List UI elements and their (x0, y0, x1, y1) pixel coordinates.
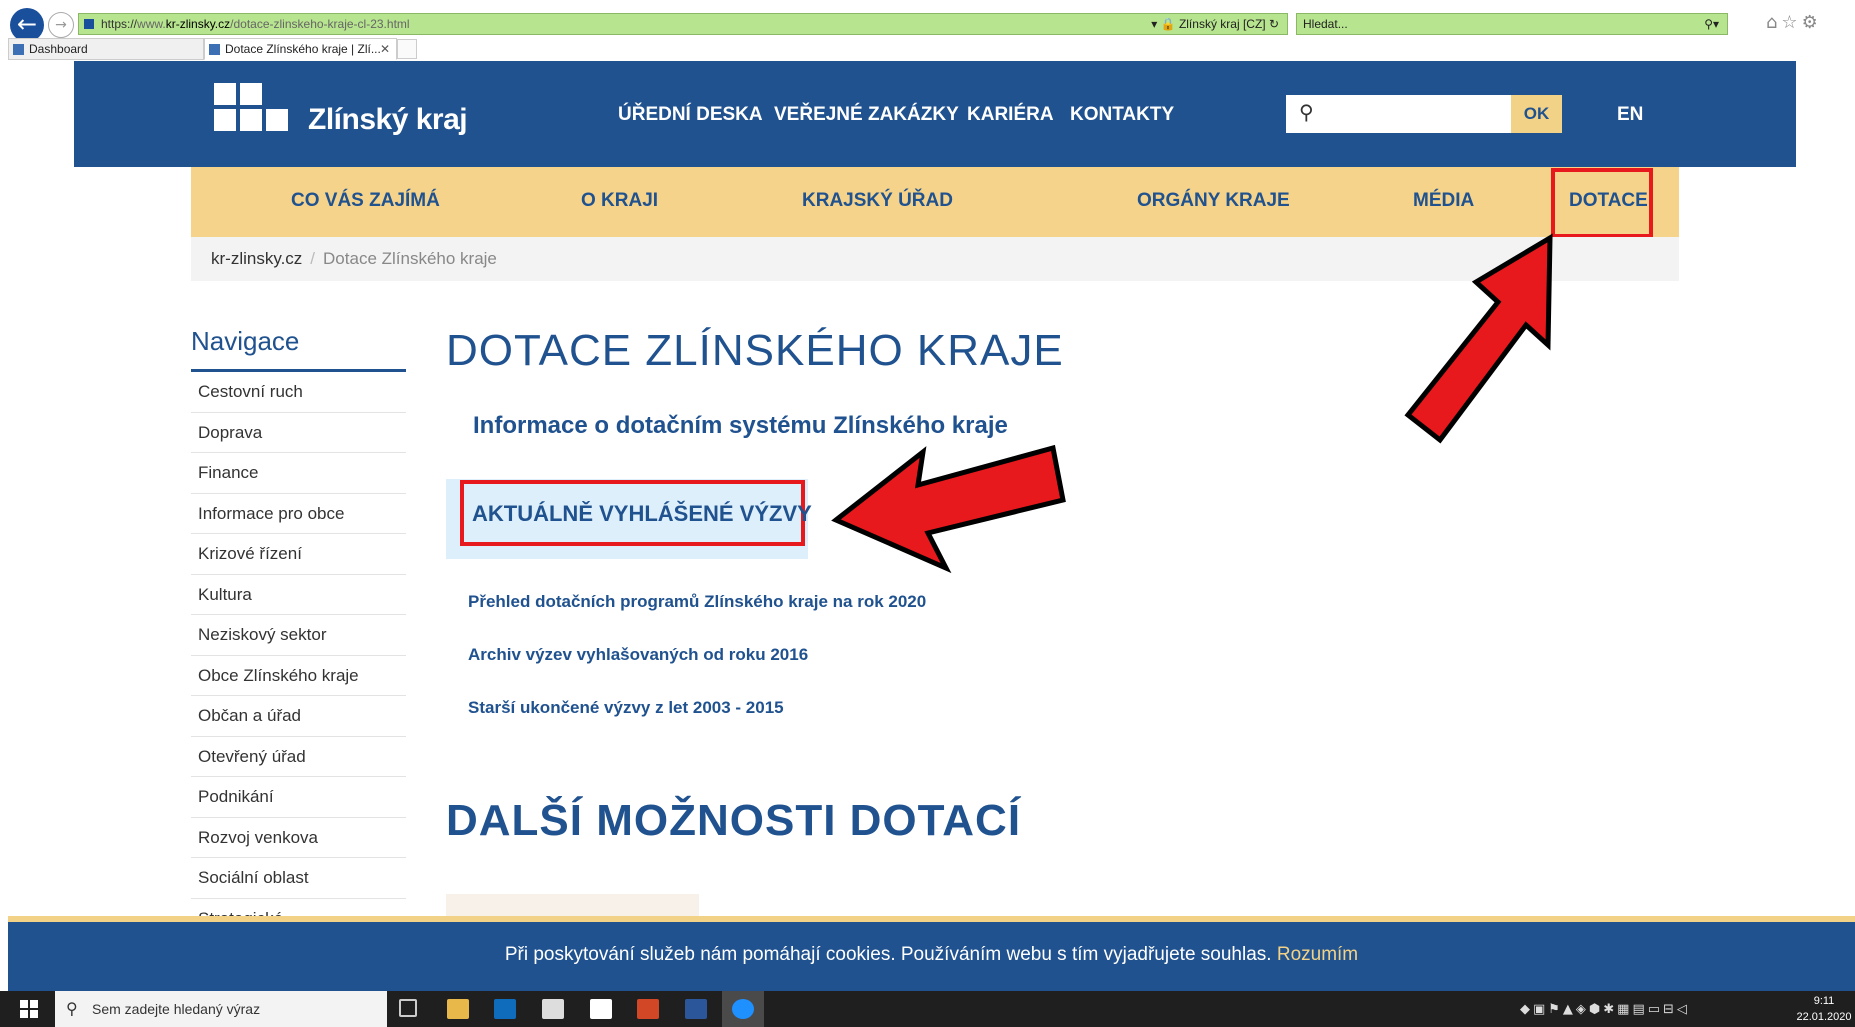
info-dotacni-system-link[interactable]: Informace o dotačním systému Zlínského k… (473, 412, 1008, 440)
url-host-prefix: www. (137, 17, 166, 31)
breadcrumb-separator: / (310, 249, 316, 268)
taskbar: ⚲ Sem zadejte hledaný výraz ◆▣⚑▲◈⬢✱▦▤▭⊟◁… (0, 991, 1855, 1027)
url-host: kr-zlinsky.cz (165, 17, 231, 31)
browser-search-input[interactable]: Hledat... ⚲▾ (1296, 13, 1728, 35)
new-tab-button[interactable] (397, 39, 417, 59)
red-arrow-icon (831, 444, 1066, 574)
url-scheme: https:// (101, 17, 138, 31)
search-icon: ⚲ (66, 999, 78, 1018)
breadcrumb-current: Dotace Zlínského kraje (323, 249, 497, 268)
sidebar-item[interactable]: Obce Zlínského kraje (191, 656, 406, 696)
address-bar[interactable]: https://www.kr-zlinsky.cz/dotace-zlinske… (78, 13, 1288, 35)
tab-bar: Dashboard Dotace Zlínského kraje | Zlí..… (0, 38, 1855, 60)
clock-time: 9:11 (1813, 995, 1835, 1007)
sidebar-item[interactable]: Cestovní ruch (191, 372, 406, 413)
tab-label: Dashboard (29, 42, 88, 56)
outlook-icon[interactable] (494, 999, 516, 1019)
powerpoint-icon[interactable] (637, 999, 659, 1019)
site-search-input[interactable]: ⚲ (1286, 95, 1511, 133)
page-title: DOTACE ZLÍNSKÉHO KRAJE (446, 326, 1064, 375)
nav-link-uredni-deska[interactable]: ÚŘEDNÍ DESKA (618, 104, 763, 126)
cookie-accept-link[interactable]: Rozumím (1277, 944, 1358, 965)
nav-link-verejne-zakazky[interactable]: VEŘEJNÉ ZAKÁZKY (774, 104, 959, 126)
nav-link-kontakty[interactable]: KONTAKTY (1070, 104, 1174, 126)
sidebar-item[interactable]: Sociální oblast (191, 858, 406, 899)
toolbar-icons[interactable]: ⌂☆⚙ (1766, 12, 1822, 33)
sidebar-item[interactable]: Neziskový sektor (191, 615, 406, 656)
site-favicon-icon (84, 19, 94, 29)
language-en-link[interactable]: EN (1617, 104, 1643, 126)
web-page: Zlínský kraj ÚŘEDNÍ DESKA VEŘEJNÉ ZAKÁZK… (8, 60, 1855, 975)
breadcrumb-home[interactable]: kr-zlinsky.cz (211, 249, 302, 268)
main-nav-o-kraji[interactable]: O KRAJI (581, 190, 658, 212)
security-indicator[interactable]: ▾ 🔒 Zlínský kraj [CZ] ↻ (1151, 14, 1279, 34)
logo-text: Zlínský kraj (308, 103, 468, 136)
site-header: Zlínský kraj ÚŘEDNÍ DESKA VEŘEJNÉ ZAKÁZK… (74, 61, 1796, 167)
file-explorer-icon[interactable] (447, 999, 469, 1019)
forward-button[interactable]: → (48, 12, 74, 38)
search-ok-button[interactable]: OK (1511, 95, 1562, 133)
cookie-banner: Při poskytování služeb nám pomáhají cook… (8, 916, 1855, 991)
starsi-vyzvy-link[interactable]: Starší ukončené výzvy z let 2003 - 2015 (468, 698, 784, 718)
internet-explorer-icon (732, 999, 754, 1019)
main-nav-co-vas-zajima[interactable]: CO VÁS ZAJÍMÁ (291, 190, 440, 212)
sidebar-item[interactable]: Rozvoj venkova (191, 818, 406, 858)
back-button[interactable]: ← (10, 8, 44, 42)
internet-explorer-taskbar-button[interactable] (722, 991, 764, 1027)
cookie-text: Při poskytování služeb nám pomáhají cook… (504, 944, 1272, 965)
aktualni-vyzvy-link[interactable]: AKTUÁLNĚ VYHLÁŠENÉ VÝZVY (472, 501, 812, 527)
sidebar-item[interactable]: Otevřený úřad (191, 737, 406, 777)
ginis-icon[interactable] (542, 999, 564, 1019)
sidebar-item[interactable]: Kultura (191, 575, 406, 615)
site-logo[interactable]: Zlínský kraj (214, 83, 474, 143)
dashboard-icon (13, 44, 24, 55)
windows-start-icon[interactable] (20, 1000, 38, 1018)
main-nav-media[interactable]: MÉDIA (1413, 190, 1474, 212)
sidebar-item[interactable]: Krizové řízení (191, 534, 406, 575)
taskbar-search-placeholder: Sem zadejte hledaný výraz (92, 1001, 261, 1017)
word-icon[interactable] (685, 999, 707, 1019)
sidebar-title: Navigace (191, 326, 300, 356)
close-icon[interactable]: ✕ (380, 39, 390, 59)
main-nav: CO VÁS ZAJÍMÁ O KRAJI KRAJSKÝ ÚŘAD ORGÁN… (191, 167, 1679, 237)
section-heading: DALŠÍ MOŽNOSTI DOTACÍ (446, 796, 1022, 845)
tab-label: Dotace Zlínského kraje | Zlí... (225, 42, 381, 56)
clock[interactable]: 9:11 22.01.2020 (1795, 993, 1853, 1025)
sidebar-item[interactable]: Informace pro obce (191, 494, 406, 534)
main-nav-organy-kraje[interactable]: ORGÁNY KRAJE (1137, 190, 1290, 212)
sidebar-item[interactable]: Občan a úřad (191, 696, 406, 737)
tab-dotace[interactable]: Dotace Zlínského kraje | Zlí... ✕ (204, 38, 397, 60)
url-path: /dotace-zlinskeho-kraje-cl-23.html (230, 17, 410, 31)
red-arrow-icon (1404, 233, 1553, 444)
taskbar-search-input[interactable]: ⚲ Sem zadejte hledaný výraz (55, 991, 387, 1027)
sidebar-item[interactable]: Doprava (191, 413, 406, 453)
browser-search-placeholder: Hledat... (1303, 17, 1348, 31)
clock-date: 22.01.2020 (1796, 1011, 1852, 1023)
sidebar-item[interactable]: Podnikání (191, 777, 406, 818)
site-favicon-icon (209, 44, 220, 55)
archiv-vyzev-link[interactable]: Archiv výzev vyhlašovaných od roku 2016 (468, 645, 808, 665)
main-nav-krajsky-urad[interactable]: KRAJSKÝ ÚŘAD (802, 190, 953, 212)
highlight-box-dotace (1551, 168, 1653, 238)
nav-link-kariera[interactable]: KARIÉRA (967, 104, 1054, 126)
task-view-icon[interactable] (399, 999, 417, 1017)
search-icon: ⚲ (1299, 100, 1314, 124)
search-icon[interactable]: ⚲▾ (1704, 14, 1719, 34)
prehled-programu-link[interactable]: Přehled dotačních programů Zlínského kra… (468, 592, 926, 612)
tab-dashboard[interactable]: Dashboard (8, 38, 204, 60)
security-label: Zlínský kraj [CZ] (1178, 17, 1266, 31)
usu-icon[interactable] (590, 999, 612, 1019)
sidebar-nav: Cestovní ruch Doprava Finance Informace … (191, 372, 406, 939)
system-tray[interactable]: ◆▣⚑▲◈⬢✱▦▤▭⊟◁ (1520, 1002, 1690, 1017)
sidebar-item[interactable]: Finance (191, 453, 406, 494)
